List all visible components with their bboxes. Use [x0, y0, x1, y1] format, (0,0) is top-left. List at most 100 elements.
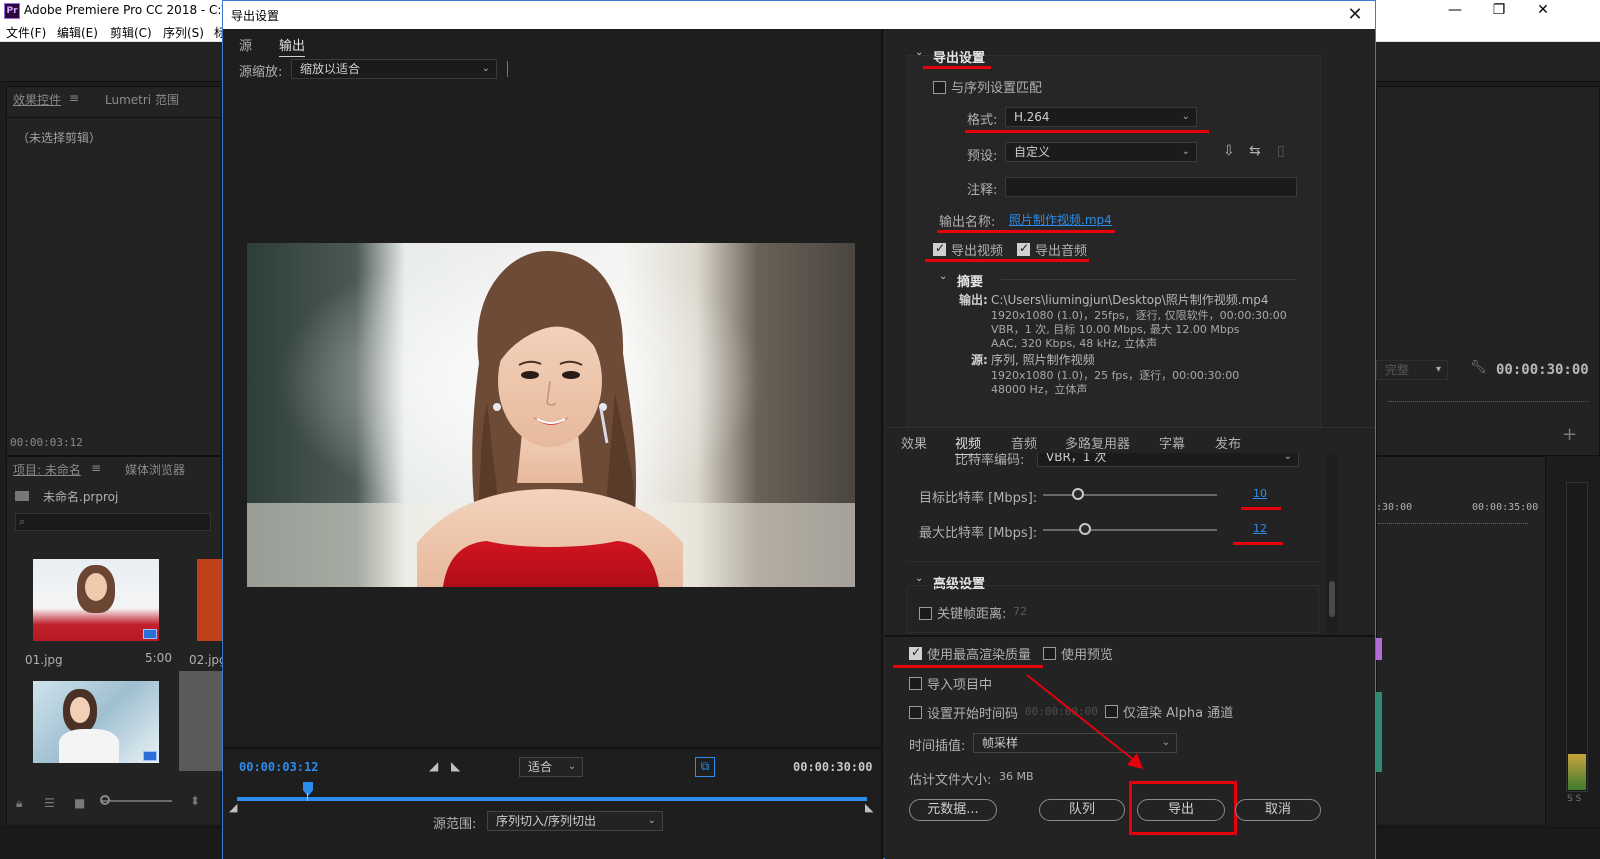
- delete-preset-icon[interactable]: ▯: [1277, 143, 1285, 159]
- fit-dropdown[interactable]: 适合 ⌄: [519, 757, 583, 777]
- tab-media-browser[interactable]: 媒体浏览器: [125, 461, 185, 478]
- playhead-icon[interactable]: [303, 782, 313, 796]
- import-project-checkbox[interactable]: [909, 677, 922, 690]
- source-range-label: 源范围:: [433, 817, 477, 832]
- minimize-icon[interactable]: —: [1440, 2, 1470, 20]
- clip-thumbnail[interactable]: [179, 671, 223, 771]
- import-preset-icon[interactable]: ⇆: [1249, 143, 1261, 159]
- format-label: 格式:: [967, 113, 998, 128]
- match-sequence-checkbox[interactable]: [933, 81, 946, 94]
- menu-file[interactable]: 文件(F): [6, 24, 46, 41]
- zoom-slider-thumb[interactable]: [100, 795, 110, 805]
- tab-audio[interactable]: 音频: [1011, 433, 1037, 452]
- tab-project[interactable]: 项目: 未命名: [13, 461, 81, 478]
- max-bitrate-slider[interactable]: [1043, 529, 1217, 531]
- timeline-audio-clip[interactable]: [1376, 692, 1382, 772]
- clip-thumbnail[interactable]: [33, 559, 159, 641]
- max-bitrate-thumb[interactable]: [1078, 523, 1091, 535]
- tab-output[interactable]: 输出: [279, 35, 306, 57]
- target-bitrate-thumb[interactable]: [1071, 488, 1084, 500]
- tab-lumetri[interactable]: Lumetri 范围: [105, 91, 179, 108]
- tab-publish[interactable]: 发布: [1215, 433, 1241, 452]
- menu-icon[interactable]: ≡: [91, 461, 101, 475]
- project-file-name: 未命名.prproj: [43, 490, 119, 504]
- menu-icon[interactable]: ≡: [69, 91, 79, 105]
- image-badge-icon: [143, 751, 157, 761]
- tab-effect-controls[interactable]: 效果控件: [13, 91, 61, 108]
- timeline-scrubber[interactable]: [237, 797, 867, 801]
- target-bitrate-slider[interactable]: [1043, 494, 1217, 496]
- export-button[interactable]: 导出: [1137, 799, 1225, 821]
- tab-source[interactable]: 源: [239, 35, 252, 54]
- source-scale-dropdown[interactable]: 缩放以适合 ⌄: [291, 59, 497, 79]
- keyframe-distance-checkbox[interactable]: [919, 607, 932, 620]
- chevron-down-icon: ⌄: [1181, 111, 1190, 122]
- crop-icon[interactable]: ⧉: [695, 757, 715, 777]
- video-settings-scroll[interactable]: 比特率编码: VBR，1 次 ⌄ 目标比特率 [Mbps]: 10 最大比特率 …: [907, 453, 1319, 633]
- audio-meter: [1566, 482, 1588, 792]
- summary-output-line: AAC, 320 Kbps, 48 kHz, 立体声: [991, 337, 1158, 350]
- keyframe-distance-value[interactable]: 72: [1013, 605, 1027, 618]
- list-view-icon[interactable]: ☰: [44, 796, 55, 810]
- current-time[interactable]: 00:00:03:12: [239, 760, 318, 774]
- format-dropdown[interactable]: H.264 ⌄: [1005, 107, 1197, 127]
- max-render-quality-checkbox[interactable]: [909, 645, 922, 660]
- annotation-underline: [893, 665, 1043, 668]
- save-preset-icon[interactable]: ⇩: [1223, 143, 1235, 159]
- output-name-link[interactable]: 照片制作视频.mp4: [1009, 211, 1112, 228]
- thumbnail-dress: [59, 729, 119, 763]
- annotation-arrow: [1026, 674, 1143, 769]
- cancel-button[interactable]: 取消: [1235, 799, 1321, 821]
- collapse-chevron-icon[interactable]: ⌄: [939, 271, 947, 282]
- source-range-dropdown[interactable]: 序列切入/序列切出 ⌄: [487, 811, 663, 831]
- menu-edit[interactable]: 编辑(E): [57, 24, 98, 41]
- resolution-dropdown[interactable]: 完整 ▾: [1376, 360, 1448, 380]
- settings-scrollbar-thumb[interactable]: [1329, 581, 1335, 617]
- in-point-marker-icon[interactable]: ◢: [229, 801, 237, 814]
- lock-icon[interactable]: 🔒︎: [16, 796, 22, 811]
- collapse-chevron-icon[interactable]: ⌄: [915, 573, 923, 584]
- export-settings-heading: 导出设置: [933, 51, 986, 66]
- close-icon[interactable]: ✕: [1528, 2, 1558, 20]
- zoom-slider[interactable]: [102, 800, 172, 802]
- program-ruler: [1388, 394, 1588, 402]
- target-bitrate-value[interactable]: 10: [1253, 487, 1267, 500]
- export-video-checkbox[interactable]: [933, 241, 946, 256]
- clip-thumbnail[interactable]: [33, 681, 159, 763]
- max-bitrate-label: 最大比特率 [Mbps]:: [919, 526, 1038, 541]
- clip-thumbnail[interactable]: [197, 559, 223, 641]
- chevron-down-icon: ⌄: [1283, 453, 1292, 462]
- sort-icon[interactable]: ⬍: [190, 794, 200, 808]
- preset-dropdown[interactable]: 自定义 ⌄: [1005, 142, 1197, 162]
- timeline-clip[interactable]: [1376, 638, 1382, 660]
- tab-captions[interactable]: 字幕: [1159, 433, 1185, 452]
- project-search-input[interactable]: [15, 513, 211, 531]
- tab-effects[interactable]: 效果: [901, 433, 927, 452]
- preset-label: 预设:: [967, 149, 998, 164]
- max-bitrate-value[interactable]: 12: [1253, 522, 1267, 535]
- preview-pane: 源 输出 源缩放: 缩放以适合 ⌄ 00:00:03:12 ◢ ◣ 适合 ⌄ ⧉…: [223, 29, 883, 859]
- set-start-timecode-checkbox[interactable]: [909, 706, 922, 719]
- set-out-icon[interactable]: ◣: [451, 759, 460, 773]
- use-previews-checkbox[interactable]: [1043, 647, 1056, 660]
- set-in-icon[interactable]: ◢: [429, 759, 438, 773]
- tab-video[interactable]: 视频: [955, 433, 982, 455]
- crop-divider: [507, 61, 508, 77]
- queue-button[interactable]: 队列: [1039, 799, 1125, 821]
- out-point-marker-icon[interactable]: ◣: [865, 801, 873, 814]
- max-render-quality-label: 使用最高渲染质量: [927, 648, 1032, 663]
- tab-multiplexer[interactable]: 多路复用器: [1065, 433, 1130, 452]
- collapse-chevron-icon[interactable]: ⌄: [915, 47, 923, 58]
- bitrate-encoding-dropdown[interactable]: VBR，1 次 ⌄: [1037, 453, 1299, 467]
- summary-source-line: 序列, 照片制作视频: [991, 353, 1095, 367]
- metadata-button[interactable]: 元数据...: [909, 799, 997, 821]
- menu-sequence[interactable]: 序列(S): [163, 24, 204, 41]
- export-audio-checkbox[interactable]: [1017, 241, 1030, 256]
- maximize-icon[interactable]: ❐: [1484, 2, 1514, 20]
- add-icon[interactable]: +: [1562, 424, 1577, 445]
- comment-input[interactable]: [1005, 177, 1297, 197]
- menu-clip[interactable]: 剪辑(C): [110, 24, 152, 41]
- icon-view-icon[interactable]: ■: [74, 796, 85, 810]
- wrench-icon[interactable]: 🔧︎: [1470, 360, 1487, 375]
- close-icon[interactable]: ✕: [1343, 4, 1367, 25]
